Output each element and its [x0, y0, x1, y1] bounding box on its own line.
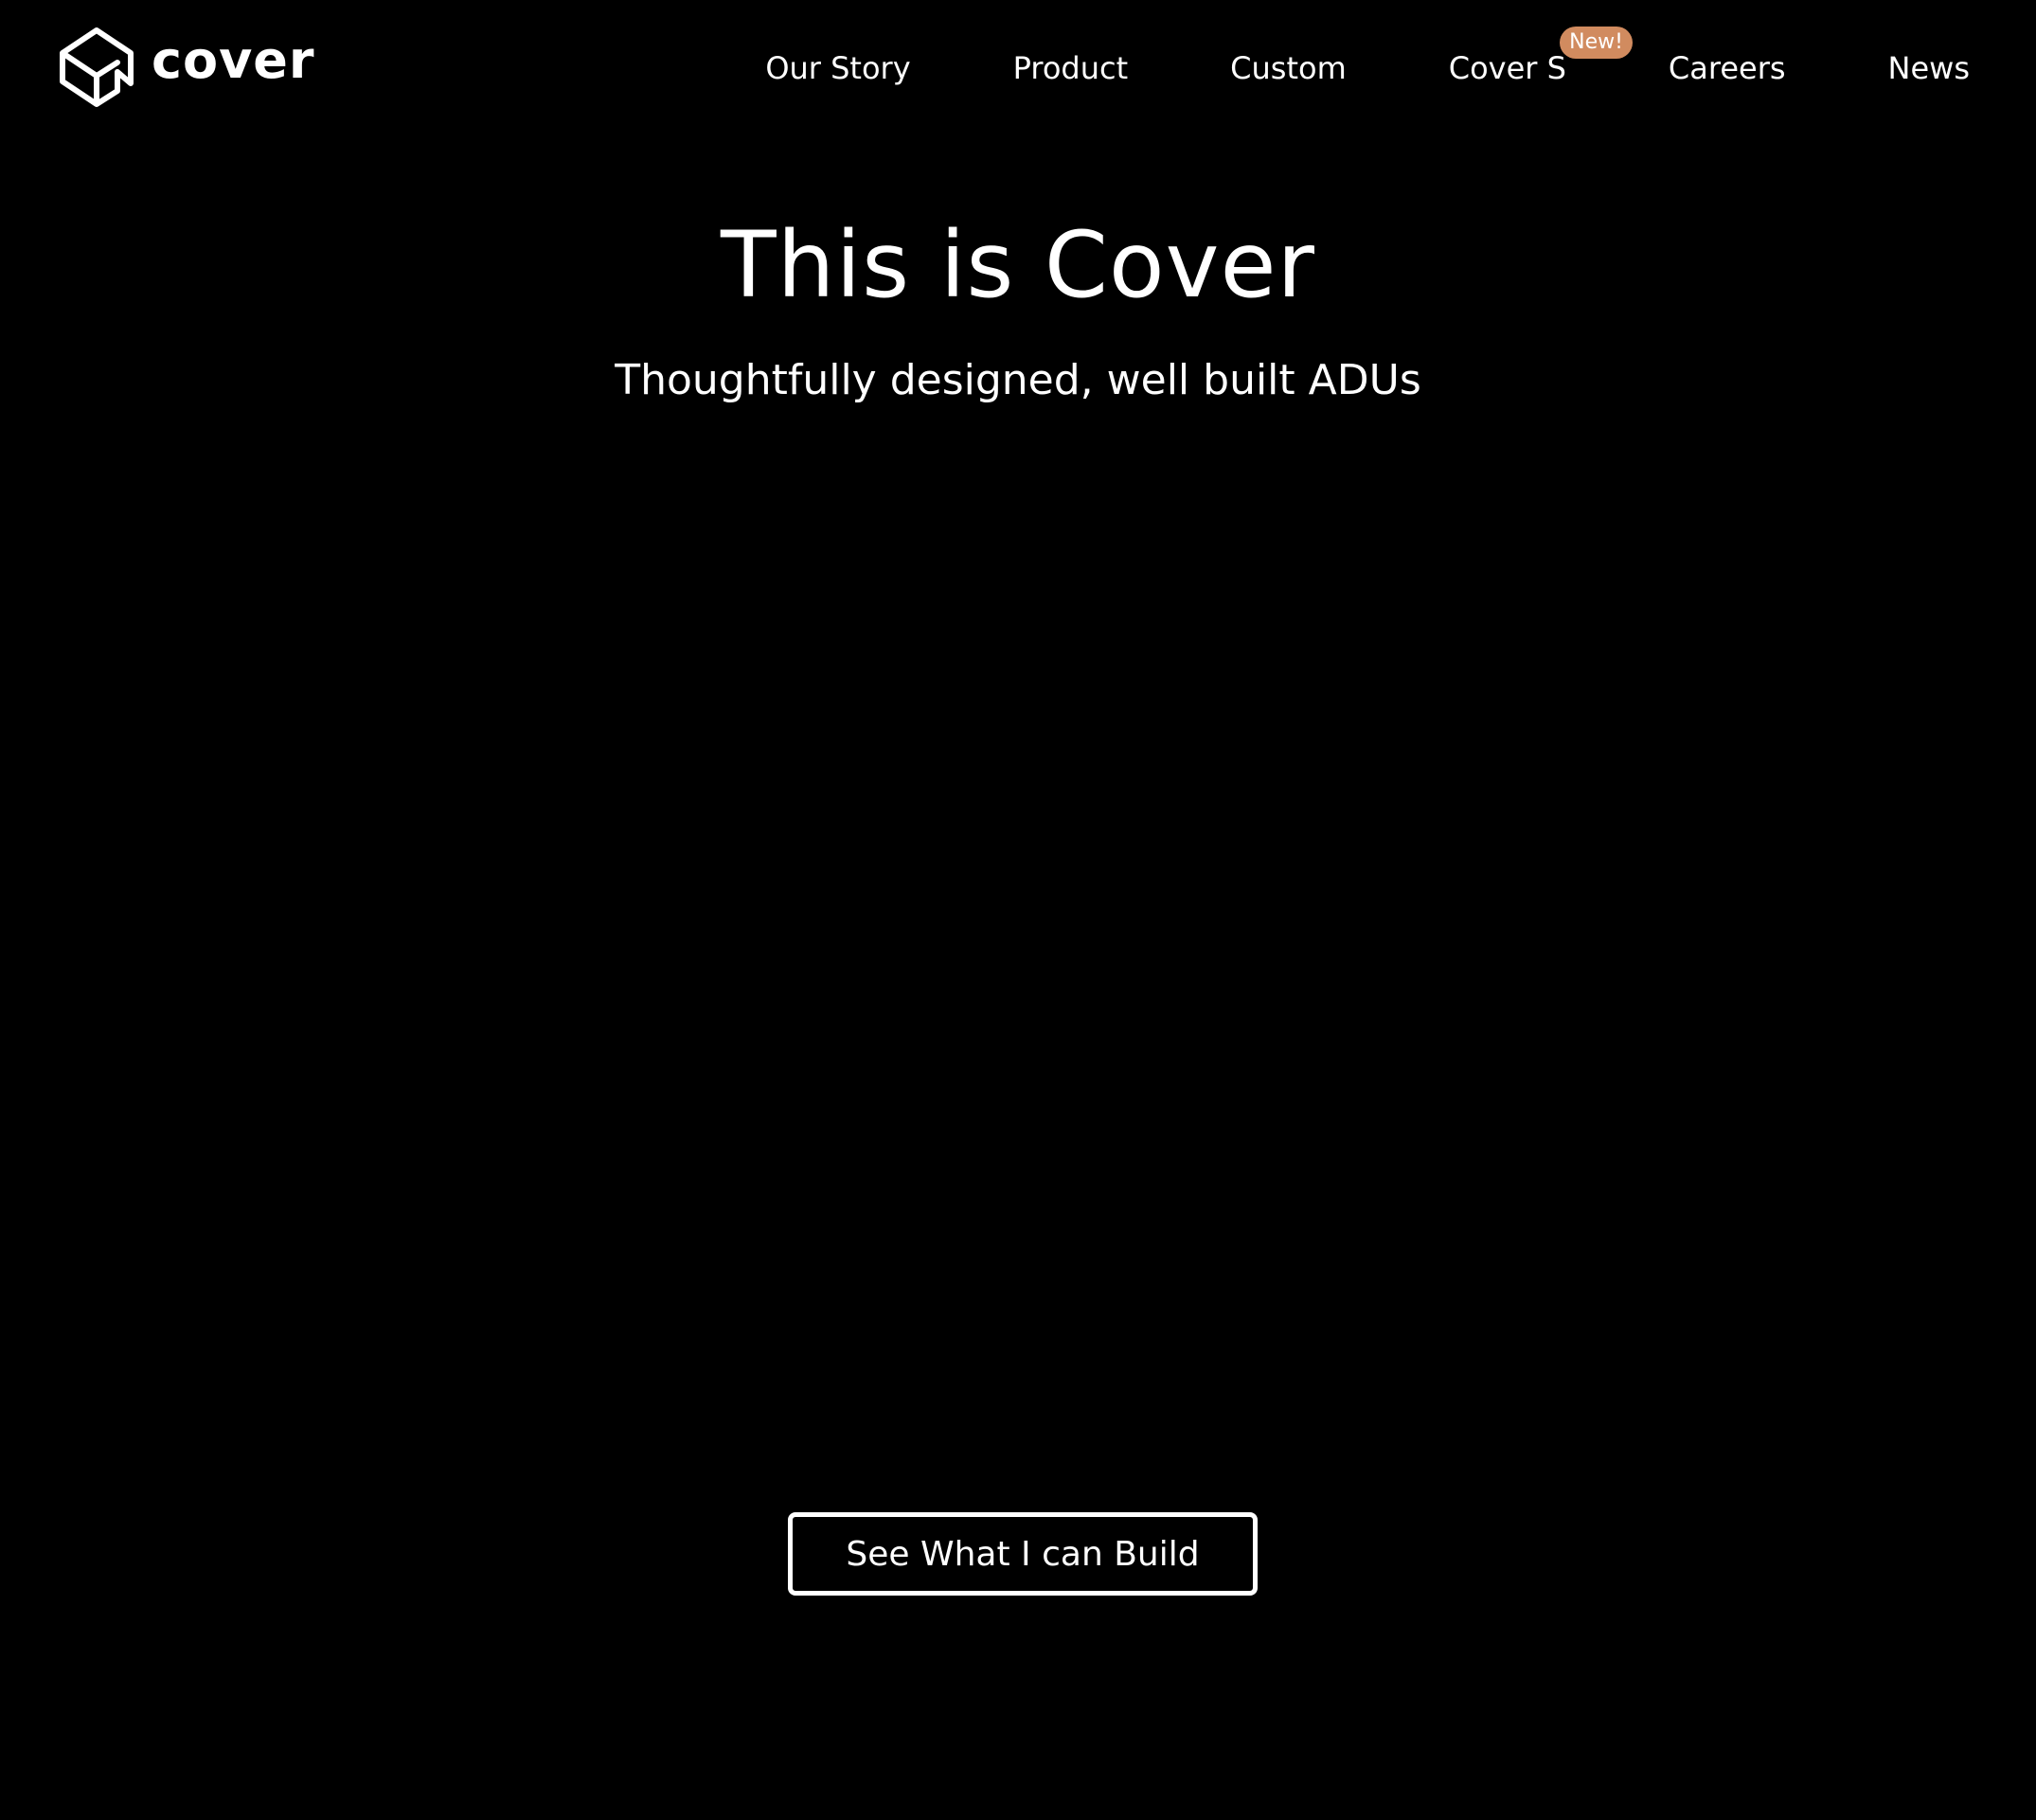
nav-item-our-story[interactable]: Our Story: [765, 45, 910, 91]
main-nav: Our Story Product Custom Cover S New! Ca…: [765, 27, 1970, 91]
see-what-i-can-build-button[interactable]: See What I can Build: [788, 1512, 1258, 1596]
logo-link[interactable]: cover: [55, 25, 315, 108]
nav-item-cover-s[interactable]: Cover S New!: [1448, 27, 1633, 91]
nav-item-product[interactable]: Product: [1013, 45, 1129, 91]
nav-item-cover-s-label: Cover S: [1448, 50, 1566, 86]
house-cube-icon: [60, 27, 134, 107]
logo-wordmark: cover: [152, 29, 315, 90]
nav-item-news[interactable]: News: [1888, 45, 1970, 91]
page: cover Our Story Product Custom Cover S N…: [0, 0, 2036, 1820]
nav-item-careers[interactable]: Careers: [1669, 45, 1786, 91]
site-header: cover Our Story Product Custom Cover S N…: [0, 0, 2036, 142]
hero-subtitle: Thoughtfully designed, well built ADUs: [615, 356, 1421, 404]
nav-item-custom[interactable]: Custom: [1230, 45, 1347, 91]
new-badge: New!: [1560, 27, 1633, 59]
hero-title: This is Cover: [721, 212, 1315, 318]
